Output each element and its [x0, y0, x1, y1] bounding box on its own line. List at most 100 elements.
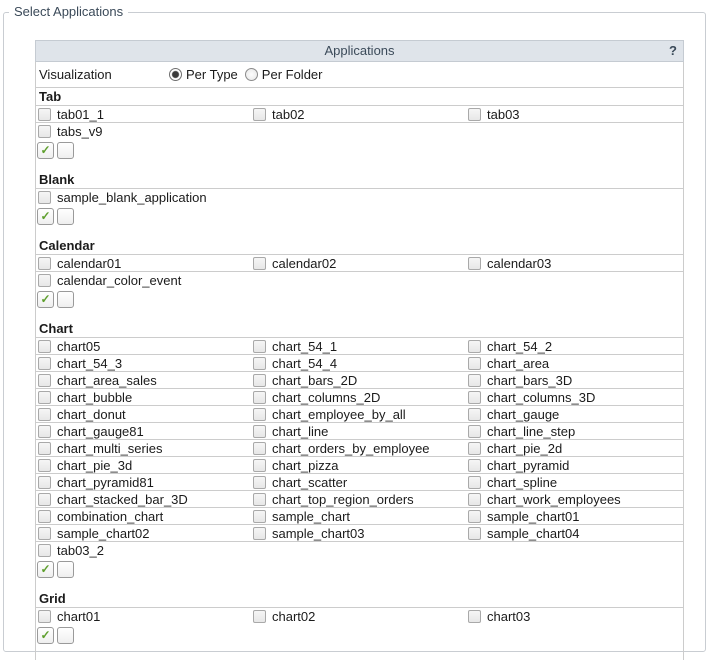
- app-checkbox[interactable]: [468, 407, 481, 421]
- app-item-chart_54_1[interactable]: chart_54_1: [251, 339, 466, 354]
- app-item-chart_bubble[interactable]: chart_bubble: [36, 390, 251, 405]
- app-item-chart_bars_3D[interactable]: chart_bars_3D: [466, 373, 683, 388]
- app-checkbox[interactable]: [38, 356, 51, 370]
- app-item-chart_pie_2d[interactable]: chart_pie_2d: [466, 441, 683, 456]
- app-item-sample_chart02[interactable]: sample_chart02: [36, 526, 251, 541]
- app-item-chart_stacked_bar_3D[interactable]: chart_stacked_bar_3D: [36, 492, 251, 507]
- app-item-calendar01[interactable]: calendar01: [36, 256, 251, 271]
- deselect-all-button[interactable]: [57, 207, 74, 225]
- app-checkbox[interactable]: [38, 424, 51, 438]
- app-item-chart_area[interactable]: chart_area: [466, 356, 683, 371]
- app-item-sample_chart01[interactable]: sample_chart01: [466, 509, 683, 524]
- deselect-all-button[interactable]: [57, 290, 74, 308]
- deselect-all-button[interactable]: [57, 141, 74, 159]
- app-checkbox[interactable]: [253, 107, 266, 121]
- app-item-chart_pyramid[interactable]: chart_pyramid: [466, 458, 683, 473]
- app-checkbox[interactable]: [253, 492, 266, 506]
- app-checkbox[interactable]: [38, 256, 51, 270]
- app-item-chart_gauge[interactable]: chart_gauge: [466, 407, 683, 422]
- per-type-radio[interactable]: [169, 68, 182, 81]
- app-item-chart_work_employees[interactable]: chart_work_employees: [466, 492, 683, 507]
- app-item-calendar_color_event[interactable]: calendar_color_event: [36, 273, 251, 288]
- app-checkbox[interactable]: [38, 441, 51, 455]
- app-checkbox[interactable]: [38, 274, 51, 287]
- app-checkbox[interactable]: [468, 373, 481, 387]
- app-item-calendar03[interactable]: calendar03: [466, 256, 683, 271]
- app-checkbox[interactable]: [468, 390, 481, 404]
- app-checkbox[interactable]: [253, 390, 266, 404]
- app-checkbox[interactable]: [38, 107, 51, 121]
- help-link[interactable]: ?: [669, 41, 677, 61]
- app-item-chart_54_3[interactable]: chart_54_3: [36, 356, 251, 371]
- app-checkbox[interactable]: [468, 526, 481, 540]
- app-checkbox[interactable]: [253, 256, 266, 270]
- app-checkbox[interactable]: [253, 509, 266, 523]
- app-item-chart05[interactable]: chart05: [36, 339, 251, 354]
- app-checkbox[interactable]: [253, 458, 266, 472]
- app-item-chart_employee_by_all[interactable]: chart_employee_by_all: [251, 407, 466, 422]
- app-checkbox[interactable]: [468, 492, 481, 506]
- app-checkbox[interactable]: [253, 407, 266, 421]
- app-item-chart_top_region_orders[interactable]: chart_top_region_orders: [251, 492, 466, 507]
- app-checkbox[interactable]: [38, 509, 51, 523]
- app-item-chart_bars_2D[interactable]: chart_bars_2D: [251, 373, 466, 388]
- app-checkbox[interactable]: [468, 458, 481, 472]
- app-item-chart_area_sales[interactable]: chart_area_sales: [36, 373, 251, 388]
- app-item-chart_donut[interactable]: chart_donut: [36, 407, 251, 422]
- app-item-chart_line[interactable]: chart_line: [251, 424, 466, 439]
- app-checkbox[interactable]: [38, 191, 51, 204]
- app-checkbox[interactable]: [253, 424, 266, 438]
- app-checkbox[interactable]: [38, 610, 51, 623]
- select-all-button[interactable]: ✓: [37, 290, 54, 308]
- app-checkbox[interactable]: [253, 339, 266, 353]
- select-all-button[interactable]: ✓: [37, 207, 54, 225]
- select-all-button[interactable]: ✓: [37, 560, 54, 578]
- app-checkbox[interactable]: [468, 475, 481, 489]
- app-item-chart_columns_3D[interactable]: chart_columns_3D: [466, 390, 683, 405]
- app-checkbox[interactable]: [468, 256, 481, 270]
- app-item-chart_orders_by_employee[interactable]: chart_orders_by_employee: [251, 441, 466, 456]
- app-item-tab02[interactable]: tab02: [251, 107, 466, 122]
- app-checkbox[interactable]: [38, 492, 51, 506]
- app-checkbox[interactable]: [253, 441, 266, 455]
- app-item-chart_scatter[interactable]: chart_scatter: [251, 475, 466, 490]
- app-item-chart_gauge81[interactable]: chart_gauge81: [36, 424, 251, 439]
- app-checkbox[interactable]: [468, 356, 481, 370]
- app-item-chart_54_4[interactable]: chart_54_4: [251, 356, 466, 371]
- app-checkbox[interactable]: [38, 339, 51, 353]
- app-item-chart_multi_series[interactable]: chart_multi_series: [36, 441, 251, 456]
- app-checkbox[interactable]: [253, 610, 266, 623]
- app-item-chart_pizza[interactable]: chart_pizza: [251, 458, 466, 473]
- app-checkbox[interactable]: [468, 107, 481, 121]
- app-checkbox[interactable]: [38, 458, 51, 472]
- app-item-tab01_1[interactable]: tab01_1: [36, 107, 251, 122]
- app-checkbox[interactable]: [38, 475, 51, 489]
- app-checkbox[interactable]: [38, 390, 51, 404]
- app-item-sample_chart04[interactable]: sample_chart04: [466, 526, 683, 541]
- app-item-chart_54_2[interactable]: chart_54_2: [466, 339, 683, 354]
- deselect-all-button[interactable]: [57, 626, 74, 644]
- app-item-combination_chart[interactable]: combination_chart: [36, 509, 251, 524]
- app-item-chart_pie_3d[interactable]: chart_pie_3d: [36, 458, 251, 473]
- radio-option-per-folder[interactable]: Per Folder: [244, 67, 323, 82]
- app-checkbox[interactable]: [38, 373, 51, 387]
- app-checkbox[interactable]: [468, 509, 481, 523]
- app-item-calendar02[interactable]: calendar02: [251, 256, 466, 271]
- app-item-chart_line_step[interactable]: chart_line_step: [466, 424, 683, 439]
- app-checkbox[interactable]: [38, 407, 51, 421]
- app-item-tab03[interactable]: tab03: [466, 107, 683, 122]
- app-checkbox[interactable]: [253, 356, 266, 370]
- app-checkbox[interactable]: [253, 475, 266, 489]
- app-item-sample_blank_application[interactable]: sample_blank_application: [36, 190, 251, 205]
- app-item-tab03_2[interactable]: tab03_2: [36, 543, 251, 558]
- app-item-chart_columns_2D[interactable]: chart_columns_2D: [251, 390, 466, 405]
- app-item-sample_chart03[interactable]: sample_chart03: [251, 526, 466, 541]
- app-item-chart_pyramid81[interactable]: chart_pyramid81: [36, 475, 251, 490]
- app-checkbox[interactable]: [468, 339, 481, 353]
- app-item-sample_chart[interactable]: sample_chart: [251, 509, 466, 524]
- select-all-button[interactable]: ✓: [37, 626, 54, 644]
- select-all-button[interactable]: ✓: [37, 141, 54, 159]
- app-checkbox[interactable]: [38, 544, 51, 557]
- deselect-all-button[interactable]: [57, 560, 74, 578]
- app-item-chart_spline[interactable]: chart_spline: [466, 475, 683, 490]
